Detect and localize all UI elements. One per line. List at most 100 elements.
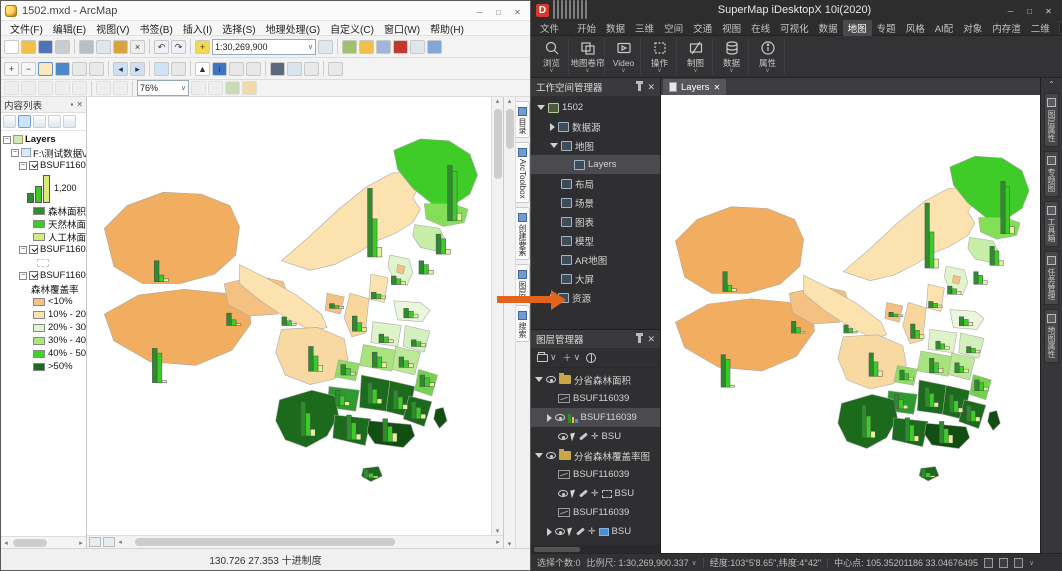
province-beijing[interactable] (397, 265, 406, 275)
video-ribbon-button[interactable]: Video∨ (607, 38, 641, 75)
find-icon[interactable] (270, 62, 285, 76)
close-icon[interactable]: ✕ (714, 83, 721, 92)
open-folder-icon[interactable] (21, 40, 36, 54)
close-icon[interactable]: ✕ (647, 82, 655, 93)
workspace-node-模型[interactable]: 模型 (531, 231, 660, 250)
dock-tab-工具箱[interactable]: 工具箱 (1044, 201, 1059, 247)
table-of-contents-row[interactable]: −BSUF1160392 (3, 243, 86, 256)
hyperlink-icon[interactable] (246, 62, 261, 76)
expand-icon[interactable]: − (19, 162, 27, 170)
menu-文件(F)[interactable]: 文件(F) (5, 21, 48, 36)
go-to-xy-icon[interactable] (287, 62, 302, 76)
dock-tab-目录[interactable]: 目录 (516, 101, 530, 138)
layer-checkbox[interactable] (29, 245, 38, 254)
table-of-contents-row[interactable]: >50% (3, 360, 86, 373)
menu-选择(S)[interactable]: 选择(S) (217, 21, 260, 36)
workspace-node-地图[interactable]: 地图 (531, 136, 660, 155)
list-by-selection-icon[interactable] (48, 115, 61, 128)
go-forward-extent-icon[interactable]: ▸ (130, 62, 145, 76)
layout-zoom-combo[interactable]: 76%∨ (137, 80, 189, 96)
caret-icon[interactable] (535, 453, 543, 458)
cut-icon[interactable] (79, 40, 94, 54)
menu-书签(B)[interactable]: 书签(B) (134, 21, 177, 36)
go-back-extent-icon[interactable]: ◂ (113, 62, 128, 76)
table-of-contents-row[interactable]: 天然林面积7 (3, 217, 86, 230)
clear-selection-icon[interactable] (171, 62, 186, 76)
tab-三维[interactable]: 三维 (630, 20, 659, 36)
maximize-button[interactable]: □ (1021, 5, 1038, 18)
snap-crosshair-icon[interactable]: ✛ (591, 489, 599, 498)
list-by-source-icon[interactable] (18, 115, 31, 128)
focus-data-frame-icon[interactable] (208, 81, 223, 95)
expand-icon[interactable]: − (19, 246, 27, 254)
table-of-contents-row[interactable]: −BSUF1160392 (3, 269, 86, 282)
table-of-contents-row[interactable]: 森林覆盖率 (3, 282, 86, 295)
zoom-in-tool-icon[interactable] (573, 0, 575, 19)
visibility-eye-icon[interactable] (546, 376, 556, 383)
select-tool-icon[interactable] (565, 0, 567, 19)
table-of-contents-row[interactable] (3, 256, 86, 269)
data-view-button[interactable] (89, 537, 101, 547)
log-icon[interactable] (1014, 558, 1023, 568)
arcmap-map-canvas[interactable] (87, 97, 491, 535)
pan-icon[interactable] (38, 62, 53, 76)
caret-icon[interactable] (535, 377, 543, 382)
province-inner-mongolia[interactable] (843, 187, 975, 281)
tab-数据[interactable]: 数据 (814, 20, 843, 36)
layer-node-BSU[interactable]: ✛BSU (531, 484, 660, 503)
copy-coordinate-icon[interactable] (984, 558, 993, 568)
caret-icon[interactable] (550, 123, 555, 131)
viewer-window-icon[interactable] (328, 62, 343, 76)
layer-node-BSU[interactable]: ✛BSU (531, 522, 660, 541)
layer-node-BSUF116039[interactable]: BSUF116039 (531, 389, 660, 408)
layout-zoom-in-icon[interactable] (4, 81, 19, 95)
table-of-contents-row[interactable]: 30% - 40% (3, 334, 86, 347)
tab-内存渲[interactable]: 内存渲 (987, 20, 1026, 36)
model-builder-icon[interactable] (427, 40, 442, 54)
数据-ribbon-button[interactable]: 数据∨ (715, 38, 749, 75)
province-ningxia[interactable] (885, 302, 903, 322)
map-tab-layers[interactable]: Layers ✕ (663, 79, 726, 95)
new-document-icon[interactable] (4, 40, 19, 54)
workspace-node-图表[interactable]: 图表 (531, 212, 660, 231)
layout-zoom-out-icon[interactable] (21, 81, 36, 95)
tab-专题[interactable]: 专题 (872, 20, 901, 36)
table-of-contents-row[interactable]: −BSUF1160392 (3, 159, 86, 172)
table-of-contents-row[interactable]: 森林面积7 (3, 204, 86, 217)
select-features-icon[interactable] (154, 62, 169, 76)
close-button[interactable]: ✕ (509, 6, 526, 19)
caret-icon[interactable] (550, 143, 558, 148)
save-workspace-icon[interactable] (561, 0, 563, 19)
layout-tool-icon[interactable] (585, 0, 587, 19)
list-by-drawing-order-icon[interactable] (3, 115, 16, 128)
full-extent-icon[interactable] (55, 62, 70, 76)
viewport-tool-icon[interactable] (581, 0, 583, 19)
dock-vscrollbar[interactable]: ▴▾ (504, 97, 516, 548)
tab-风格[interactable]: 风格 (901, 20, 930, 36)
caret-icon[interactable] (547, 528, 552, 536)
layer-node-分省森林面积[interactable]: 分省森林面积 (531, 370, 660, 389)
layout-zoom-whole-icon[interactable] (55, 81, 70, 95)
layout-zoom-100-icon[interactable] (72, 81, 87, 95)
paste-coordinate-icon[interactable] (999, 558, 1008, 568)
maximize-button[interactable]: □ (490, 6, 507, 19)
province-jiangsu[interactable] (403, 326, 430, 353)
tab-地图[interactable]: 地图 (843, 20, 872, 36)
arcmap-map-hscrollbar[interactable]: ◂▸ (87, 535, 503, 548)
redo-icon[interactable]: ↷ (171, 40, 186, 54)
tab-file[interactable]: 文件 (535, 20, 564, 36)
workspace-node-数据源[interactable]: 数据源 (531, 117, 660, 136)
expand-icon[interactable]: − (19, 272, 27, 280)
pan-tool-icon[interactable] (569, 0, 571, 19)
地图卷帘-ribbon-button[interactable]: 地图卷帘∨ (571, 38, 605, 75)
toc-hscrollbar[interactable]: ◂▸ (1, 536, 86, 548)
arctoolbox-icon[interactable] (393, 40, 408, 54)
select-elements-icon[interactable]: ▲ (195, 62, 210, 76)
basemap-button[interactable] (586, 353, 596, 363)
menu-编辑(E)[interactable]: 编辑(E) (48, 21, 91, 36)
layer-checkbox[interactable] (29, 271, 38, 280)
province-jiangsu[interactable] (959, 333, 984, 358)
expand-icon[interactable]: − (3, 136, 11, 144)
dock-tab-任务管理[interactable]: 任务管理 (1044, 251, 1059, 305)
select-cursor-icon[interactable] (567, 527, 574, 536)
